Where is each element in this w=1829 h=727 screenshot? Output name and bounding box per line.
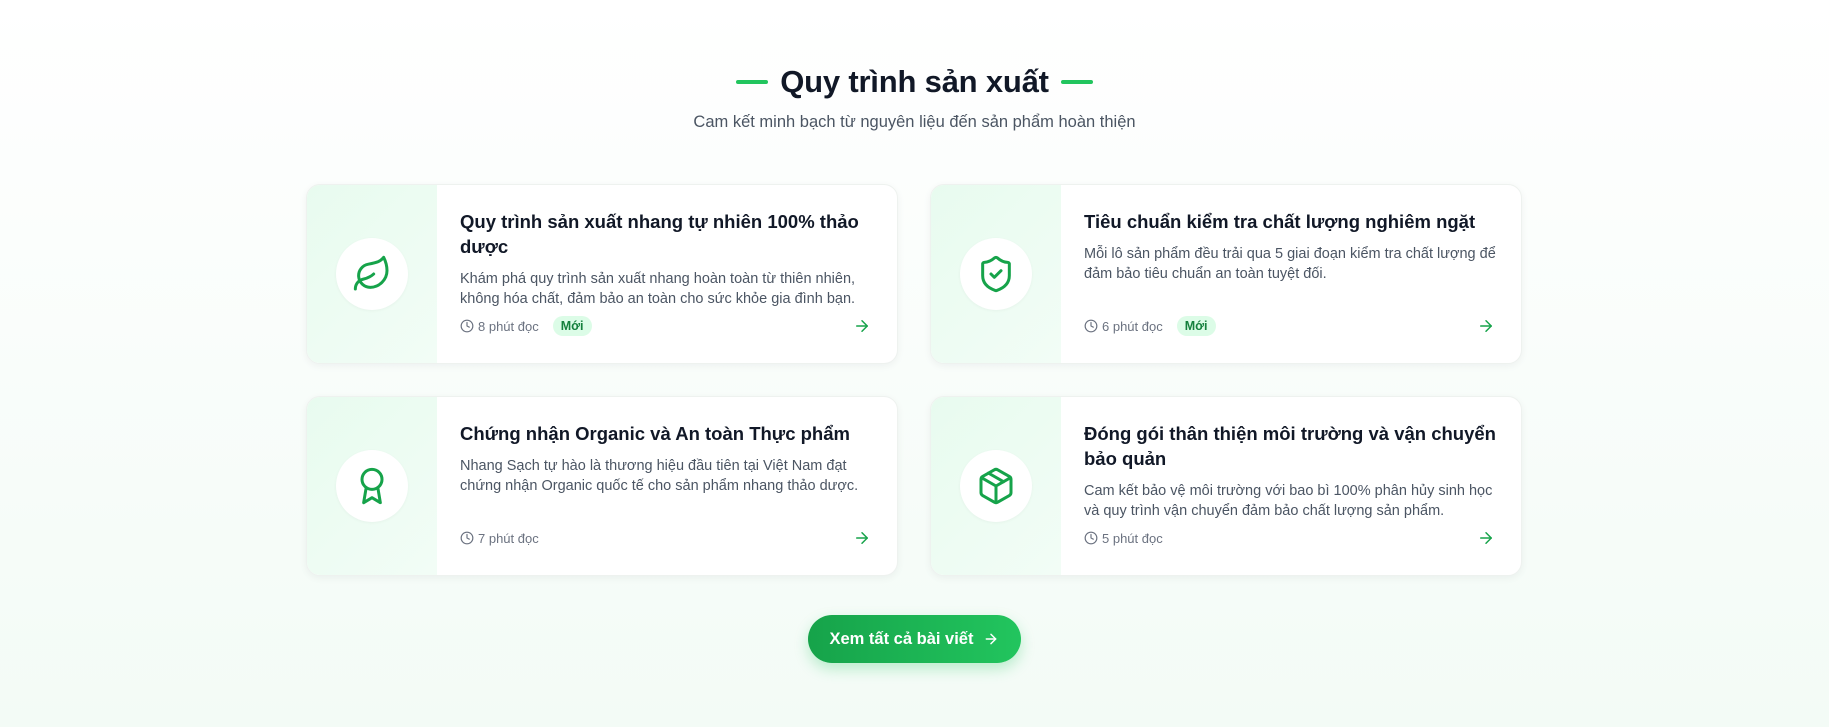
article-card[interactable]: Đóng gói thân thiện môi trường và vận ch… <box>930 396 1522 576</box>
read-more-arrow[interactable] <box>1475 527 1497 549</box>
read-time: 6 phút đọc <box>1084 319 1163 334</box>
arrow-right-icon <box>1480 320 1492 332</box>
package-icon <box>979 467 1013 505</box>
card-body: Tiêu chuẩn kiểm tra chất lượng nghiêm ng… <box>1061 185 1521 363</box>
card-footer: 7 phút đọc <box>460 527 873 549</box>
view-all-articles-button[interactable]: Xem tất cả bài viết <box>808 615 1021 663</box>
card-media <box>931 397 1061 575</box>
card-description: Khám phá quy trình sản xuất nhang hoàn t… <box>460 271 856 307</box>
leaf-icon <box>353 255 389 291</box>
read-time-label: 7 phút đọc <box>478 530 539 546</box>
card-media <box>307 185 437 363</box>
read-time: 8 phút đọc <box>460 319 539 334</box>
card-footer: 8 phút đọc Mới <box>460 315 873 337</box>
article-card[interactable]: Tiêu chuẩn kiểm tra chất lượng nghiêm ng… <box>930 184 1522 364</box>
card-icon-circle <box>336 238 408 310</box>
card-icon-circle <box>336 450 408 522</box>
card-footer: 6 phút đọc Mới <box>1084 315 1497 337</box>
clock-icon <box>460 531 474 545</box>
card-description: Nhang Sạch tự hào là thương hiệu đầu tiê… <box>460 458 859 494</box>
arrow-right-icon <box>856 320 868 332</box>
arrow-right-icon <box>856 532 868 544</box>
card-title[interactable]: Tiêu chuẩn kiểm tra chất lượng nghiêm ng… <box>1084 209 1497 234</box>
new-badge: Mới <box>1176 316 1216 336</box>
card-body: Đóng gói thân thiện môi trường và vận ch… <box>1061 397 1521 575</box>
card-body: Chứng nhận Organic và An toàn Thực phẩm … <box>437 397 897 575</box>
card-footer: 5 phút đọc <box>1084 527 1497 549</box>
read-time: 7 phút đọc <box>460 531 539 546</box>
card-media <box>931 185 1061 363</box>
card-description: Cam kết bảo vệ môi trường với bao bì 100… <box>1084 483 1493 519</box>
shield-check-icon <box>981 255 1011 293</box>
card-description: Mỗi lô sản phẩm đều trải qua 5 giai đoạn… <box>1084 246 1496 282</box>
arrow-right-icon <box>1480 532 1492 544</box>
heading-decor-line-right <box>1060 80 1093 84</box>
read-more-arrow[interactable] <box>1475 315 1497 337</box>
clock-icon <box>1084 319 1098 333</box>
arrow-right-icon <box>986 633 997 645</box>
production-process-section: Quy trình sản xuất Cam kết minh bạch từ … <box>0 0 1829 727</box>
new-badge: Mới <box>552 316 592 336</box>
article-card[interactable]: Chứng nhận Organic và An toàn Thực phẩm … <box>306 396 898 576</box>
card-title[interactable]: Quy trình sản xuất nhang tự nhiên 100% t… <box>460 209 873 259</box>
clock-icon <box>1084 531 1098 545</box>
card-icon-circle <box>960 238 1032 310</box>
cta-label: Xem tất cả bài viết <box>829 629 974 648</box>
read-more-arrow[interactable] <box>851 315 873 337</box>
award-icon <box>360 467 384 505</box>
card-icon-circle <box>960 450 1032 522</box>
card-title[interactable]: Đóng gói thân thiện môi trường và vận ch… <box>1084 421 1497 471</box>
read-time-label: 8 phút đọc <box>478 318 539 334</box>
article-card[interactable]: Quy trình sản xuất nhang tự nhiên 100% t… <box>306 184 898 364</box>
section-heading: Quy trình sản xuất <box>0 62 1829 102</box>
heading-decor-line-left <box>736 80 769 84</box>
card-body: Quy trình sản xuất nhang tự nhiên 100% t… <box>437 185 897 363</box>
card-title[interactable]: Chứng nhận Organic và An toàn Thực phẩm <box>460 421 873 446</box>
section-subtitle: Cam kết minh bạch từ nguyên liệu đến sản… <box>693 113 1136 131</box>
read-time: 5 phút đọc <box>1084 531 1163 546</box>
read-time-label: 6 phút đọc <box>1102 318 1163 334</box>
read-time-label: 5 phút đọc <box>1102 530 1163 546</box>
clock-icon <box>460 319 474 333</box>
section-title: Quy trình sản xuất <box>780 64 1049 99</box>
read-more-arrow[interactable] <box>851 527 873 549</box>
card-media <box>307 397 437 575</box>
